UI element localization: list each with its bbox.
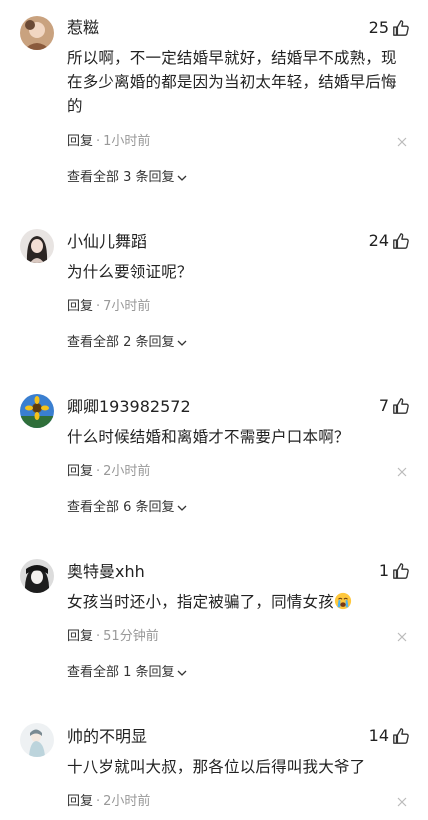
comment-time: 1小时前 — [103, 134, 151, 149]
comment-text: 为什么要领证呢？ — [67, 263, 193, 281]
close-icon[interactable] — [396, 136, 408, 148]
like-button[interactable]: 24 — [369, 231, 410, 251]
username[interactable]: 奥特曼xhh — [67, 562, 145, 582]
thumb-up-icon — [393, 728, 409, 744]
reply-button[interactable]: 回复 — [67, 134, 93, 149]
like-count: 1 — [378, 561, 389, 580]
chevron-down-icon — [177, 670, 187, 676]
view-replies-button[interactable]: 查看全部 2 条回复 — [67, 334, 187, 352]
like-count: 14 — [368, 726, 389, 745]
comment-text: 十八岁就叫大叔，那各位以后得叫我大爷了 — [67, 758, 366, 776]
view-replies-label: 查看全部 1 条回复 — [67, 665, 175, 680]
comment-meta: 回复 · 1小时前 — [67, 134, 151, 149]
username[interactable]: 小仙儿舞蹈 — [67, 232, 147, 252]
chevron-down-icon — [177, 340, 187, 346]
chevron-down-icon — [177, 505, 187, 511]
thumb-up-icon — [393, 398, 409, 414]
view-replies-label: 查看全部 3 条回复 — [67, 170, 175, 185]
view-replies-label: 查看全部 2 条回复 — [67, 335, 175, 350]
comment-text: 什么时候结婚和离婚才不需要户口本啊？ — [67, 428, 350, 446]
avatar[interactable] — [20, 394, 54, 428]
comment-text-content: 女孩当时还小，指定被骗了，同情女孩 — [67, 593, 334, 611]
like-count: 25 — [368, 18, 389, 37]
comment-time: 2小时前 — [103, 794, 151, 809]
view-replies-label: 查看全部 6 条回复 — [67, 500, 175, 515]
close-icon[interactable] — [396, 796, 408, 808]
view-replies-button[interactable]: 查看全部 6 条回复 — [67, 499, 187, 517]
chevron-down-icon — [177, 175, 187, 181]
comment-time: 7小时前 — [103, 299, 151, 314]
thumb-up-icon — [393, 563, 409, 579]
crying-face-emoji — [334, 592, 352, 610]
comment-text: 女孩当时还小，指定被骗了，同情女孩 — [67, 590, 412, 614]
reply-button[interactable]: 回复 — [67, 794, 93, 809]
comment-meta: 回复 · 7小时前 — [67, 299, 151, 314]
view-replies-button[interactable]: 查看全部 3 条回复 — [67, 169, 187, 187]
username[interactable]: 惹糍 — [67, 18, 99, 38]
close-icon[interactable] — [396, 466, 408, 478]
avatar[interactable] — [20, 16, 54, 50]
close-icon[interactable] — [396, 631, 408, 643]
comment-meta: 回复 · 51分钟前 — [67, 629, 159, 644]
avatar[interactable] — [20, 229, 54, 263]
reply-button[interactable]: 回复 — [67, 299, 93, 314]
thumb-up-icon — [393, 233, 409, 249]
like-count: 24 — [368, 231, 389, 250]
comment-text: 所以啊，不一定结婚早就好，结婚早不成熟，现在多少离婚的都是因为当初太年轻，结婚早… — [67, 49, 397, 115]
like-button[interactable]: 14 — [369, 726, 410, 746]
like-count: 7 — [378, 396, 389, 415]
username[interactable]: 帅的不明显 — [67, 727, 147, 747]
username[interactable]: 卿卿193982572 — [67, 397, 191, 417]
like-button[interactable]: 1 — [379, 561, 410, 581]
like-button[interactable]: 7 — [379, 396, 410, 416]
avatar[interactable] — [20, 723, 54, 757]
like-button[interactable]: 25 — [369, 18, 410, 38]
comment-meta: 回复 · 2小时前 — [67, 464, 151, 479]
avatar[interactable] — [20, 559, 54, 593]
thumb-up-icon — [393, 20, 409, 36]
comment-time: 51分钟前 — [103, 629, 159, 644]
view-replies-button[interactable]: 查看全部 1 条回复 — [67, 664, 187, 682]
comment-time: 2小时前 — [103, 464, 151, 479]
reply-button[interactable]: 回复 — [67, 464, 93, 479]
comment-meta: 回复 · 2小时前 — [67, 794, 151, 809]
reply-button[interactable]: 回复 — [67, 629, 93, 644]
